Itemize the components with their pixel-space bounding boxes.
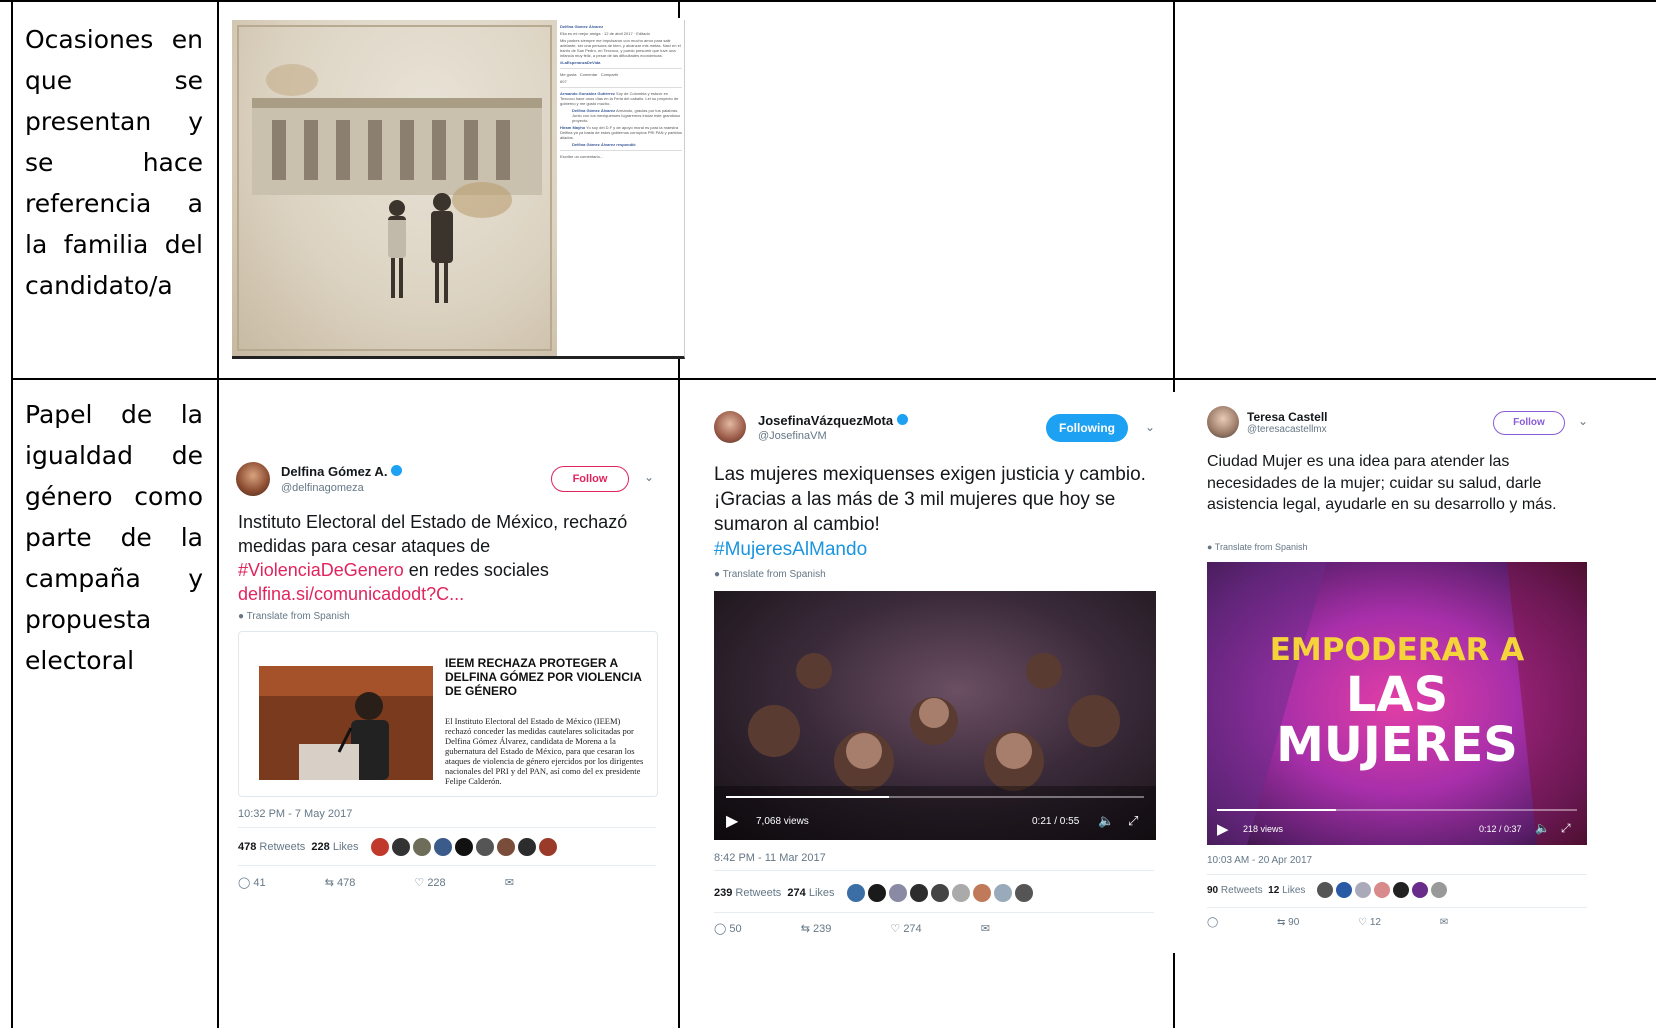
retweet-icon[interactable]: ⇆ 239 bbox=[801, 923, 860, 935]
tweet-2-handle[interactable]: @JosefinaVM bbox=[758, 430, 827, 442]
video-time: 0:12 / 0:37 bbox=[1479, 824, 1522, 834]
tweet-1-text: Instituto Electoral del Estado de México… bbox=[238, 512, 628, 604]
avatar[interactable] bbox=[236, 462, 270, 496]
video-progress-fill bbox=[726, 796, 890, 798]
translate-link[interactable]: ● Translate from Spanish bbox=[714, 569, 826, 580]
tweet-1-actions: ◯ 41 ⇆ 478 ♡ 228 ✉ bbox=[238, 876, 542, 889]
family-photo-image bbox=[237, 25, 552, 351]
verified-icon bbox=[897, 414, 909, 426]
like-icon[interactable]: ♡ 274 bbox=[890, 923, 949, 935]
card-body: El Instituto Electoral del Estado de Méx… bbox=[445, 716, 644, 786]
reply-icon[interactable]: ◯ 41 bbox=[238, 877, 294, 889]
video-frame bbox=[714, 653, 1156, 840]
fb-write-comment[interactable]: Escribe un comentario... bbox=[560, 154, 682, 159]
row-1-label: Ocasiones en que se presentan y se hace … bbox=[25, 25, 203, 300]
table-left-border bbox=[11, 0, 13, 1028]
tweet-2-author[interactable]: JosefinaVázquezMota bbox=[758, 413, 909, 428]
tweet-2-text: Las mujeres mexiquenses exigen justicia … bbox=[714, 464, 1146, 560]
video-progress-bar[interactable] bbox=[1217, 809, 1577, 811]
retweet-icon[interactable]: ⇆ 90 bbox=[1277, 917, 1327, 928]
tweet-1-hashtag[interactable]: #ViolenciaDeGenero bbox=[238, 560, 404, 580]
video-title-line-1: EMPODERAR A bbox=[1269, 632, 1525, 668]
verified-icon bbox=[391, 465, 403, 477]
tweet-1-link[interactable]: delfina.si/comunicadodt?C... bbox=[238, 584, 464, 604]
tweet-2-hashtag[interactable]: #MujeresAlMando bbox=[714, 539, 867, 560]
tweet-1-stats: 478 Retweets 228 Likes bbox=[238, 835, 560, 859]
tweet-3-text: Ciudad Mujer es una idea para atender la… bbox=[1207, 453, 1557, 513]
chevron-down-icon[interactable]: ⌄ bbox=[1578, 414, 1588, 428]
retweet-icon[interactable]: ⇆ 478 bbox=[325, 877, 384, 889]
video-views: 218 views bbox=[1243, 824, 1284, 834]
row-2-label: Papel de la igualdad de género como part… bbox=[25, 400, 203, 675]
follow-button[interactable]: Follow bbox=[1493, 411, 1565, 435]
message-icon[interactable]: ✉ bbox=[981, 923, 990, 935]
video-title-line-3: MUJERES bbox=[1276, 717, 1518, 773]
tweet-3-stats: 90 Retweets 12 Likes bbox=[1207, 879, 1450, 903]
like-icon[interactable]: ♡ 228 bbox=[414, 877, 473, 889]
volume-icon[interactable]: 🔈 bbox=[1098, 813, 1114, 829]
fb-text: Mis padres siempre me impulsaron con muc… bbox=[560, 38, 681, 58]
video-views: 7,068 views bbox=[756, 816, 809, 827]
tweet-2-stats: 239 Retweets 274 Likes bbox=[714, 881, 1036, 905]
table-top-border bbox=[0, 0, 1656, 2]
avatar[interactable] bbox=[1207, 406, 1239, 438]
translate-link[interactable]: ● Translate from Spanish bbox=[238, 611, 350, 622]
fullscreen-icon[interactable]: ⤢ bbox=[1128, 813, 1138, 829]
tweet-1-handle[interactable]: @delfinagomeza bbox=[281, 482, 364, 494]
avatar[interactable] bbox=[714, 411, 746, 443]
message-icon[interactable]: ✉ bbox=[1440, 917, 1448, 928]
fb-action-comment[interactable]: Comentar bbox=[580, 72, 598, 77]
follow-button[interactable]: Follow bbox=[551, 466, 629, 492]
reply-icon[interactable]: ◯ 50 bbox=[714, 923, 770, 935]
tweet-1-author[interactable]: Delfina Gómez A. bbox=[281, 464, 403, 479]
tweet-3-timestamp[interactable]: 10:03 AM - 20 Apr 2017 bbox=[1207, 855, 1312, 866]
video-player[interactable]: EMPODERAR A LAS MUJERES ▶ 218 views 0:12… bbox=[1207, 562, 1587, 845]
facebook-post-screenshot: Delfina Gómez Álvarez Ella es mi mejor a… bbox=[232, 20, 685, 359]
volume-icon[interactable]: 🔈 bbox=[1535, 821, 1550, 835]
fb-action-share[interactable]: Compartir bbox=[601, 72, 619, 77]
tweet-3-handle[interactable]: @teresacastellmx bbox=[1247, 424, 1327, 435]
video-time: 0:21 / 0:55 bbox=[1032, 816, 1080, 827]
tweet-1-timestamp[interactable]: 10:32 PM - 7 May 2017 bbox=[238, 808, 352, 820]
table-col-divider-3a bbox=[1173, 0, 1175, 392]
video-progress-fill bbox=[1217, 809, 1336, 811]
message-icon[interactable]: ✉ bbox=[505, 877, 514, 889]
reply-icon[interactable]: ◯ bbox=[1207, 917, 1249, 928]
chevron-down-icon[interactable]: ⌄ bbox=[1145, 420, 1155, 434]
following-button[interactable]: Following bbox=[1046, 414, 1128, 442]
card-image bbox=[259, 666, 433, 780]
tweet-3-author[interactable]: Teresa Castell bbox=[1247, 410, 1328, 424]
video-title-line-2: LAS bbox=[1345, 667, 1449, 723]
tweet-2-actions: ◯ 50 ⇆ 239 ♡ 274 ✉ bbox=[714, 922, 1018, 935]
chevron-down-icon[interactable]: ⌄ bbox=[644, 470, 654, 484]
tweet-2-timestamp[interactable]: 8:42 PM - 11 Mar 2017 bbox=[714, 852, 826, 864]
fb-meta: Ella es mi mejor amiga · 12 de abril 201… bbox=[560, 31, 650, 36]
fb-author[interactable]: Delfina Gómez Álvarez bbox=[560, 24, 603, 29]
table-col-divider-3b bbox=[1173, 953, 1175, 1028]
fb-reactions[interactable]: 607 bbox=[560, 79, 682, 84]
table-col-divider-2a bbox=[678, 0, 680, 18]
table-col-divider-2b bbox=[678, 355, 680, 1028]
fb-action-like[interactable]: Me gusta bbox=[560, 72, 576, 77]
link-card[interactable]: IEEM RECHAZA PROTEGER A DELFINA GÓMEZ PO… bbox=[238, 631, 658, 797]
family-photo bbox=[232, 20, 557, 356]
card-title: IEEM RECHAZA PROTEGER A DELFINA GÓMEZ PO… bbox=[445, 656, 642, 698]
play-icon[interactable]: ▶ bbox=[726, 811, 738, 831]
tweet-3-actions: ◯ ⇆ 90 ♡ 12 ✉ bbox=[1207, 917, 1476, 928]
facebook-post-sidebar: Delfina Gómez Álvarez Ella es mi mejor a… bbox=[560, 22, 682, 352]
table-col-divider-1 bbox=[217, 0, 219, 1028]
fullscreen-icon[interactable]: ⤢ bbox=[1561, 821, 1571, 836]
table-row-divider bbox=[11, 378, 1656, 380]
video-player[interactable]: ▶ 7,068 views 0:21 / 0:55 🔈 ⤢ bbox=[714, 591, 1156, 840]
fb-hashtag[interactable]: #LaEsperanzaDeVida bbox=[560, 60, 682, 65]
translate-link[interactable]: ● Translate from Spanish bbox=[1207, 542, 1308, 552]
play-icon[interactable]: ▶ bbox=[1217, 820, 1229, 838]
video-progress-bar[interactable] bbox=[726, 796, 1144, 798]
like-icon[interactable]: ♡ 12 bbox=[1358, 917, 1409, 928]
fb-reply-2[interactable]: Delfina Gómez Álvarez respondió bbox=[572, 142, 682, 147]
